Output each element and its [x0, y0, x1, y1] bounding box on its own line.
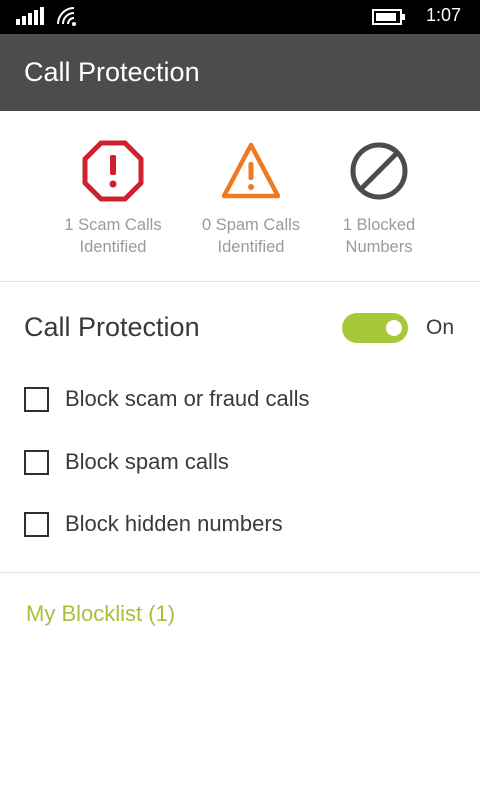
status-bar: 1:07 [0, 0, 480, 34]
block-scam-label: Block scam or fraud calls [65, 386, 310, 411]
spam-calls-stat: 0 Spam Calls Identified [181, 140, 321, 258]
octagon-alert-icon [82, 140, 144, 202]
page-title: Call Protection [24, 57, 200, 87]
divider [0, 281, 480, 282]
block-spam-option[interactable]: Block spam calls [24, 447, 229, 477]
block-spam-checkbox[interactable] [24, 449, 49, 475]
block-hidden-option[interactable]: Block hidden numbers [24, 509, 283, 539]
scam-calls-stat: 1 Scam Calls Identified [43, 140, 183, 258]
blocked-numbers-caption: Numbers [345, 238, 413, 256]
call-protection-screen: 1:07 Call Protection 1 Scam Calls Identi… [0, 0, 480, 800]
block-spam-label: Block spam calls [65, 449, 229, 474]
divider [0, 572, 480, 573]
my-blocklist-link[interactable]: My Blocklist (1) [26, 601, 175, 627]
blocked-numbers-stat: 1 Blocked Numbers [309, 140, 449, 258]
spam-calls-caption: Identified [217, 238, 285, 256]
blocked-numbers-count: 1 Blocked [342, 216, 416, 234]
battery-icon [372, 9, 405, 25]
scam-calls-caption: Identified [79, 238, 147, 256]
block-scam-option[interactable]: Block scam or fraud calls [24, 384, 310, 414]
signal-icon [16, 7, 44, 25]
call-protection-toggle[interactable] [342, 313, 408, 343]
section-title: Call Protection [24, 312, 200, 342]
toggle-knob [386, 320, 402, 336]
block-scam-checkbox[interactable] [24, 386, 49, 412]
block-hidden-label: Block hidden numbers [65, 511, 283, 536]
toggle-state-label: On [426, 316, 455, 339]
blocked-icon [350, 142, 408, 200]
block-hidden-checkbox[interactable] [24, 511, 49, 537]
spam-calls-count: 0 Spam Calls [201, 216, 301, 234]
scam-calls-count: 1 Scam Calls [64, 216, 162, 234]
status-time: 1:07 [426, 5, 462, 25]
triangle-warning-icon [221, 142, 281, 199]
app-header: Call Protection [0, 34, 480, 111]
wifi-icon [57, 7, 76, 26]
